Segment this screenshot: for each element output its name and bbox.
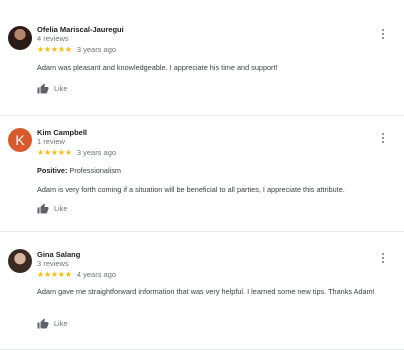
review-count: 3 reviews xyxy=(37,259,69,268)
star-rating: ★★★★★ xyxy=(37,270,72,279)
review-count: 4 reviews xyxy=(37,34,69,43)
review-text: Adam was pleasant and knowledgeable. I a… xyxy=(37,63,278,72)
review-attributes: Positive: Professionalism xyxy=(37,165,392,176)
rating-row: ★★★★★ 3 years ago xyxy=(37,45,124,55)
review-date: 3 years ago xyxy=(76,45,117,54)
review-card: K Kim Campbell 1 review ★★★★★ 3 years ag… xyxy=(0,116,404,232)
positive-value: Professionalism xyxy=(69,166,121,175)
like-label: Like xyxy=(54,84,68,93)
review-text: Adam is very forth coming if a situation… xyxy=(37,185,345,194)
rating-row: ★★★★★ 4 years ago xyxy=(37,270,116,280)
like-button[interactable]: Like xyxy=(37,318,67,329)
thumb-up-icon xyxy=(37,83,49,94)
review-meta: Gina Salang 3 reviews ★★★★★ 4 years ago xyxy=(37,250,116,280)
rating-row: ★★★★★ 3 years ago xyxy=(37,148,116,158)
like-label: Like xyxy=(54,319,68,328)
more-vert-icon[interactable] xyxy=(378,131,388,145)
review-text: Adam gave me straightforward information… xyxy=(37,287,375,296)
review-card: Gina Salang 3 reviews ★★★★★ 4 years ago … xyxy=(0,232,404,350)
thumb-up-icon xyxy=(37,318,49,329)
star-rating: ★★★★★ xyxy=(37,148,72,157)
star-rating: ★★★★★ xyxy=(37,45,72,54)
review-date: 4 years ago xyxy=(76,270,117,279)
positive-label: Positive: xyxy=(37,166,68,175)
avatar[interactable]: K xyxy=(8,128,32,152)
like-button[interactable]: Like xyxy=(37,83,67,94)
avatar[interactable] xyxy=(8,249,32,273)
review-meta: Kim Campbell 1 review ★★★★★ 3 years ago xyxy=(37,128,116,158)
like-button[interactable]: Like xyxy=(37,203,67,214)
author-name[interactable]: Gina Salang xyxy=(37,250,116,259)
review-date: 3 years ago xyxy=(76,148,117,157)
more-vert-icon[interactable] xyxy=(378,27,388,41)
thumb-up-icon xyxy=(37,203,49,214)
review-card: Ofelia Mariscal-Jauregui 4 reviews ★★★★★… xyxy=(0,0,404,116)
more-vert-icon[interactable] xyxy=(378,251,388,265)
review-meta: Ofelia Mariscal-Jauregui 4 reviews ★★★★★… xyxy=(37,25,124,55)
author-name[interactable]: Kim Campbell xyxy=(37,128,116,137)
review-count: 1 review xyxy=(37,137,65,146)
author-name[interactable]: Ofelia Mariscal-Jauregui xyxy=(37,25,124,34)
like-label: Like xyxy=(54,204,68,213)
avatar[interactable] xyxy=(8,26,32,50)
